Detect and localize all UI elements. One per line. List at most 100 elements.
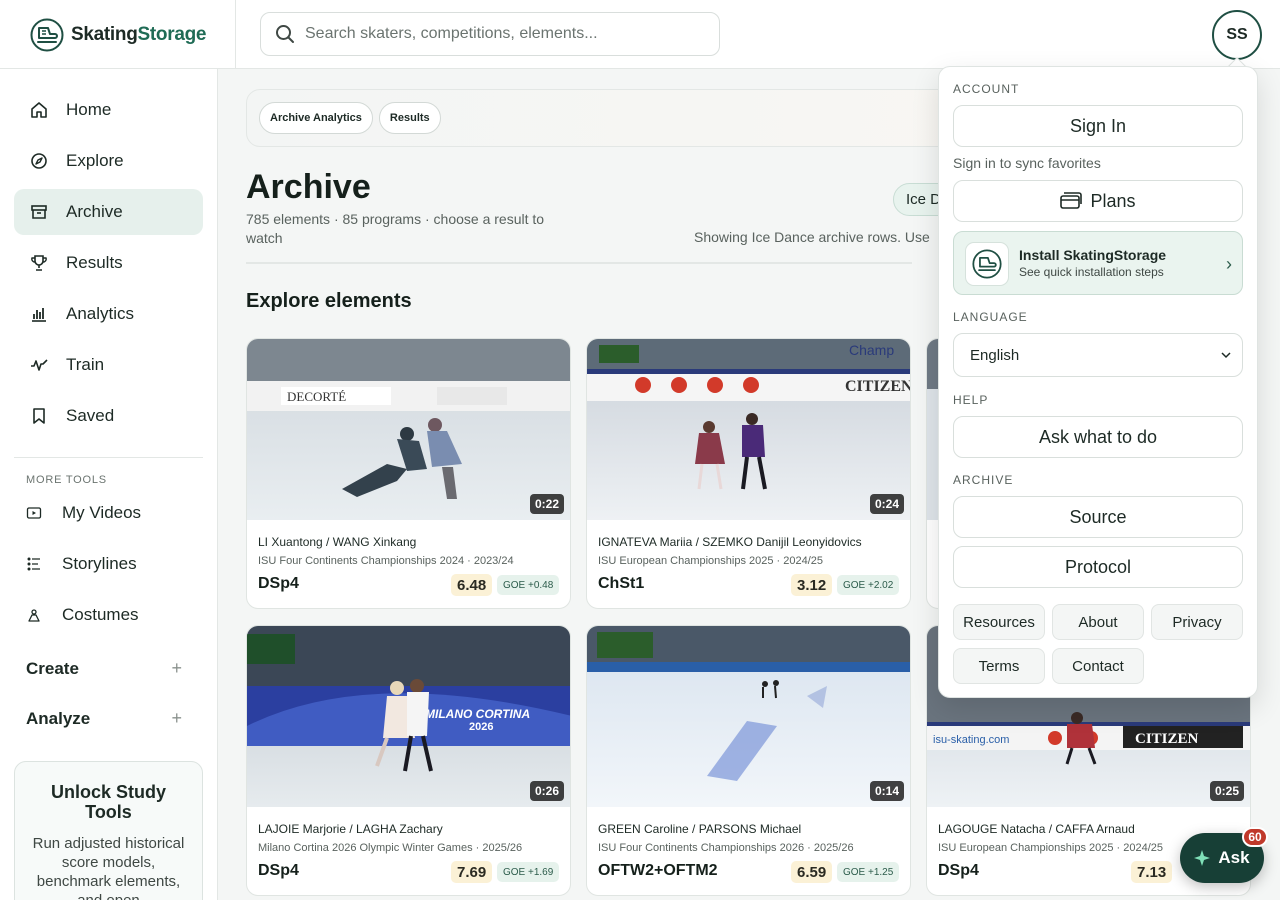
sidebar-item-label: Explore: [66, 151, 124, 170]
video-icon: [26, 507, 42, 519]
competition-name: ISU European Championships 2025 · 2024/2…: [598, 555, 824, 567]
breadcrumb-results[interactable]: Results: [378, 102, 441, 134]
page-title: Archive: [246, 168, 371, 206]
tool-item-costumes[interactable]: Costumes: [26, 605, 139, 625]
thumbnail-image: DECORTÉ: [247, 339, 570, 520]
element-card[interactable]: CITIZEN Champ 0:24 IGNATEVA Mariia / SZE…: [586, 338, 911, 609]
protocol-button[interactable]: Protocol: [953, 546, 1243, 588]
tool-item-label: Storylines: [62, 554, 137, 573]
sign-in-button[interactable]: Sign In: [953, 105, 1243, 147]
sidebar-item-label: Archive: [66, 202, 123, 221]
trophy-icon: [31, 255, 47, 271]
home-icon: [31, 102, 47, 118]
brand[interactable]: SkatingStorage: [0, 0, 236, 69]
install-app-banner[interactable]: Install SkatingStorage See quick install…: [953, 231, 1243, 295]
element-card[interactable]: DECORTÉ 0:22 LI Xuantong / WANG Xinkang …: [246, 338, 571, 609]
skate-logo-icon: [30, 18, 64, 51]
language-section-label: LANGUAGE: [953, 310, 1028, 324]
tool-item-storylines[interactable]: Storylines: [26, 554, 137, 574]
video-thumbnail[interactable]: MILANO CORTINA 2026 0:26: [247, 626, 570, 807]
board-text: 2026: [469, 721, 493, 733]
tool-item-my-videos[interactable]: My Videos: [26, 503, 141, 523]
chevron-down-icon: [1221, 352, 1231, 359]
element-score: 7.13: [1131, 861, 1173, 883]
language-value: English: [970, 346, 1020, 364]
sidebar-item-train[interactable]: Train: [14, 342, 203, 388]
help-section-label: HELP: [953, 393, 989, 407]
sidebar-item-analytics[interactable]: Analytics: [14, 291, 203, 337]
analyze-section-toggle[interactable]: Analyze +: [26, 708, 182, 729]
sidebar-item-saved[interactable]: Saved: [14, 393, 203, 439]
section-title: Explore elements: [246, 290, 412, 312]
plus-icon: +: [171, 658, 182, 678]
create-section-toggle[interactable]: Create +: [26, 658, 182, 679]
sidebar-item-label: Saved: [66, 406, 115, 425]
sparkle-icon: [1194, 850, 1211, 866]
skater-names: LI Xuantong / WANG Xinkang: [258, 535, 417, 549]
analyze-label: Analyze: [26, 708, 91, 728]
account-menu: ACCOUNT Sign In Sign in to sync favorite…: [938, 66, 1258, 698]
page-subtitle: 785 elements · 85 programs · choose a re…: [246, 211, 545, 246]
plans-label: Plans: [1090, 190, 1136, 211]
user-avatar-button[interactable]: SS: [1212, 10, 1262, 60]
sidebar: Home Explore Archive Results Analytics T…: [0, 69, 218, 900]
more-tools-heading: MORE TOOLS: [26, 474, 107, 486]
sidebar-item-explore[interactable]: Explore: [14, 138, 203, 184]
sidebar-item-label: Results: [66, 253, 123, 272]
element-code: ChSt1: [598, 575, 645, 592]
app-icon: [965, 242, 1009, 286]
terms-link[interactable]: Terms: [953, 648, 1045, 684]
competition-name: ISU European Championships 2025 · 2024/2…: [938, 842, 1164, 854]
contact-link[interactable]: Contact: [1052, 648, 1144, 684]
unlock-study-tools-card[interactable]: Unlock Study Tools Run adjusted historic…: [14, 761, 203, 900]
sidebar-item-label: Home: [66, 100, 112, 119]
skater-names: LAJOIE Marjorie / LAGHA Zachary: [258, 822, 443, 836]
unlock-body: Run adjusted historical score models, be…: [32, 835, 185, 900]
resources-link[interactable]: Resources: [953, 604, 1045, 640]
bar-chart-icon: [32, 308, 46, 322]
breadcrumb-archive-analytics[interactable]: Archive Analytics: [259, 102, 373, 134]
video-duration: 0:14: [869, 781, 904, 801]
costume-icon: [28, 609, 40, 622]
privacy-link[interactable]: Privacy: [1151, 604, 1243, 640]
sidebar-item-label: Analytics: [66, 304, 135, 323]
search-input[interactable]: [305, 25, 685, 43]
sidebar-item-archive[interactable]: Archive: [14, 189, 203, 235]
video-thumbnail[interactable]: CITIZEN Champ 0:24: [587, 339, 911, 520]
search-icon: [276, 25, 294, 43]
element-code: DSp4: [258, 862, 299, 879]
skater-names: LAGOUGE Natacha / CAFFA Arnaud: [938, 822, 1135, 836]
element-score: 6.48: [451, 574, 493, 596]
video-duration: 0:22: [529, 494, 564, 514]
video-thumbnail[interactable]: 0:14: [587, 626, 910, 807]
board-text: CITIZEN: [845, 378, 911, 395]
board-text: MILANO CORTINA: [425, 707, 530, 721]
top-bar: SkatingStorage SS: [0, 0, 1280, 69]
language-select[interactable]: English: [953, 333, 1243, 377]
competition-name: ISU Four Continents Championships 2024 ·…: [258, 555, 514, 567]
element-score: 7.69: [451, 861, 493, 883]
install-title: Install SkatingStorage: [1019, 247, 1167, 263]
element-code: OFTW2+OFTM2: [598, 862, 718, 879]
sidebar-item-results[interactable]: Results: [14, 240, 203, 286]
source-button[interactable]: Source: [953, 496, 1243, 538]
goe-badge: GOE +0.48: [497, 575, 560, 595]
goe-badge: GOE +1.69: [497, 862, 560, 882]
activity-icon: [31, 359, 48, 371]
unlock-title: Unlock Study Tools: [50, 782, 166, 822]
plans-button[interactable]: Plans: [953, 180, 1243, 222]
element-score: 3.12: [791, 574, 833, 596]
tool-item-label: My Videos: [62, 503, 142, 522]
element-card[interactable]: 0:14 GREEN Caroline / PARSONS Michael IS…: [586, 625, 911, 896]
brand-name: SkatingStorage: [71, 23, 207, 45]
about-link[interactable]: About: [1052, 604, 1144, 640]
video-thumbnail[interactable]: DECORTÉ 0:22: [247, 339, 570, 520]
skater-names: IGNATEVA Mariia / SZEMKO Danijil Leonyid…: [598, 535, 862, 549]
ask-what-to-do-button[interactable]: Ask what to do: [953, 416, 1243, 458]
sidebar-item-home[interactable]: Home: [14, 87, 203, 133]
thumbnail-image: MILANO CORTINA 2026: [247, 626, 570, 807]
search-box[interactable]: [260, 12, 720, 56]
element-card[interactable]: MILANO CORTINA 2026 0:26 LAJOIE Marjorie…: [246, 625, 571, 896]
element-code: DSp4: [938, 862, 979, 879]
goe-badge: GOE +1.25: [837, 862, 900, 882]
